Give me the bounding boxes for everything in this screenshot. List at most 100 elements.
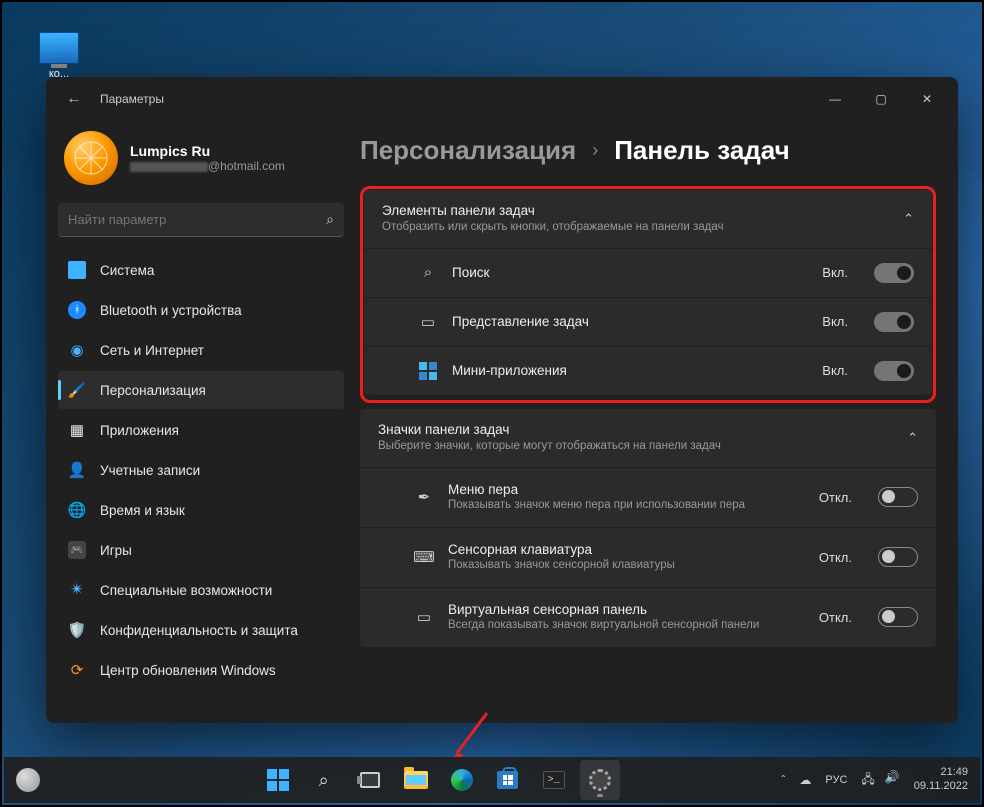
- store-icon: [497, 771, 518, 789]
- sidebar-item-label: Сеть и Интернет: [100, 343, 204, 358]
- sidebar-item-label: Игры: [100, 543, 132, 558]
- settings-window: ← Параметры — ▢ ✕ Lumpics Ru @hotmail.co…: [46, 77, 958, 723]
- setting-label: Виртуальная сенсорная панель: [448, 602, 805, 617]
- minimize-button[interactable]: —: [812, 83, 858, 115]
- sidebar-item-accessibility[interactable]: ✴ Специальные возможности: [58, 571, 344, 609]
- search-box[interactable]: ⌕: [58, 203, 344, 237]
- taskbar-search-button[interactable]: ⌕: [304, 760, 344, 800]
- toggle-state-label: Вкл.: [822, 363, 848, 378]
- account-block[interactable]: Lumpics Ru @hotmail.com: [58, 127, 344, 199]
- edge-icon: [451, 769, 473, 791]
- taskbar-edge-button[interactable]: [442, 760, 482, 800]
- sidebar-item-bluetooth[interactable]: ᚼBluetooth и устройства: [58, 291, 344, 329]
- account-name: Lumpics Ru: [130, 143, 285, 159]
- setting-label: Представление задач: [452, 314, 808, 329]
- sidebar-item-label: Bluetooth и устройства: [100, 303, 242, 318]
- apps-icon: ▦: [68, 421, 86, 439]
- weather-widget-icon[interactable]: [16, 768, 40, 792]
- setting-desc: Показывать значок сенсорной клавиатуры: [448, 558, 805, 573]
- back-button[interactable]: ←: [60, 85, 88, 113]
- search-input[interactable]: [68, 212, 326, 227]
- taskbar-taskview-button[interactable]: [350, 760, 390, 800]
- sidebar-item-apps[interactable]: ▦ Приложения: [58, 411, 344, 449]
- toggle-switch[interactable]: [874, 361, 914, 381]
- person-icon: 👤: [68, 461, 86, 479]
- sidebar-item-update[interactable]: ⟳Центр обновления Windows: [58, 651, 344, 689]
- close-button[interactable]: ✕: [904, 83, 950, 115]
- toggle-switch[interactable]: [874, 263, 914, 283]
- toggle-state-label: Откл.: [819, 610, 852, 625]
- chevron-up-icon: ⌃: [903, 211, 914, 227]
- search-icon: ⌕: [418, 264, 438, 281]
- toggle-state-label: Вкл.: [822, 265, 848, 280]
- sidebar-item-accounts[interactable]: 👤Учетные записи: [58, 451, 344, 489]
- annotation-highlight: Элементы панели задач Отобразить или скр…: [360, 186, 936, 403]
- setting-row-search: ⌕ Поиск Вкл.: [364, 248, 932, 297]
- section-header[interactable]: Элементы панели задач Отобразить или скр…: [364, 190, 932, 248]
- sidebar: Lumpics Ru @hotmail.com ⌕ Система ᚼBluet…: [46, 121, 356, 723]
- setting-row-touch-keyboard: ⌨ Сенсорная клавиатура Показывать значок…: [360, 527, 936, 587]
- sidebar-item-system[interactable]: Система: [58, 251, 344, 289]
- start-button[interactable]: [258, 760, 298, 800]
- section-taskbar-icons: Значки панели задач Выберите значки, кот…: [360, 409, 936, 647]
- desktop-icon-pc[interactable]: ко...: [24, 32, 94, 80]
- taskbar-store-button[interactable]: [488, 760, 528, 800]
- toggle-state-label: Вкл.: [822, 314, 848, 329]
- sidebar-item-network[interactable]: ◉ Сеть и Интернет: [58, 331, 344, 369]
- globe-icon: 🌐: [68, 501, 86, 519]
- accessibility-icon: ✴: [68, 581, 86, 599]
- taskview-icon: [360, 772, 380, 788]
- setting-label: Меню пера: [448, 482, 805, 497]
- toggle-switch[interactable]: [878, 547, 918, 567]
- wifi-icon: ◉: [68, 341, 86, 359]
- taskbar-terminal-button[interactable]: >_: [534, 760, 574, 800]
- keyboard-icon: ⌨: [414, 548, 434, 566]
- file-explorer-icon: [404, 771, 428, 789]
- setting-row-widgets: Мини-приложения Вкл.: [364, 346, 932, 395]
- toggle-switch[interactable]: [874, 312, 914, 332]
- tray-chevron-icon[interactable]: ˆ: [781, 773, 785, 787]
- sidebar-item-gaming[interactable]: 🎮 Игры: [58, 531, 344, 569]
- setting-label: Сенсорная клавиатура: [448, 542, 805, 557]
- sidebar-item-label: Центр обновления Windows: [100, 663, 276, 678]
- toggle-switch[interactable]: [878, 487, 918, 507]
- pen-icon: ✒: [414, 488, 434, 506]
- windows-logo-icon: [267, 769, 289, 791]
- setting-row-pen: ✒ Меню пера Показывать значок меню пера …: [360, 467, 936, 527]
- toggle-state-label: Откл.: [819, 550, 852, 565]
- setting-row-taskview: ▭ Представление задач Вкл.: [364, 297, 932, 346]
- sidebar-item-time[interactable]: 🌐 Время и язык: [58, 491, 344, 529]
- gamepad-icon: 🎮: [68, 541, 86, 559]
- sidebar-item-privacy[interactable]: 🛡️Конфиденциальность и защита: [58, 611, 344, 649]
- breadcrumb-parent[interactable]: Персонализация: [360, 135, 576, 166]
- sidebar-item-label: Персонализация: [100, 383, 206, 398]
- maximize-button[interactable]: ▢: [858, 83, 904, 115]
- touchpad-icon: ▭: [414, 608, 434, 626]
- section-title: Значки панели задач: [378, 422, 897, 437]
- sidebar-item-label: Время и язык: [100, 503, 185, 518]
- section-desc: Отобразить или скрыть кнопки, отображаем…: [382, 220, 893, 235]
- sidebar-item-label: Приложения: [100, 423, 179, 438]
- toggle-state-label: Откл.: [819, 490, 852, 505]
- clock[interactable]: 21:49 09.11.2022: [914, 766, 968, 794]
- window-title: Параметры: [100, 92, 164, 106]
- toggle-switch[interactable]: [878, 607, 918, 627]
- chevron-right-icon: ›: [592, 140, 598, 161]
- taskview-icon: ▭: [418, 313, 438, 331]
- sidebar-item-label: Специальные возможности: [100, 583, 272, 598]
- volume-icon[interactable]: 🔊: [885, 770, 900, 791]
- section-header[interactable]: Значки панели задач Выберите значки, кот…: [360, 409, 936, 467]
- gear-icon: [589, 769, 611, 791]
- setting-label: Мини-приложения: [452, 363, 808, 378]
- tray-onedrive-icon[interactable]: ☁: [793, 771, 817, 789]
- language-indicator[interactable]: РУС: [825, 774, 847, 786]
- account-email: @hotmail.com: [130, 159, 285, 173]
- sidebar-item-personalization[interactable]: 🖌️Персонализация: [58, 371, 344, 409]
- taskbar-settings-button[interactable]: [580, 760, 620, 800]
- search-icon: ⌕: [319, 770, 329, 791]
- network-icon[interactable]: 🖧: [861, 770, 874, 791]
- taskbar-explorer-button[interactable]: [396, 760, 436, 800]
- taskbar: ⌕ >_ ˆ ☁ РУС 🖧 🔊 21:49 09.11.2022: [4, 757, 980, 803]
- shield-icon: 🛡️: [68, 621, 86, 639]
- avatar: [64, 131, 118, 185]
